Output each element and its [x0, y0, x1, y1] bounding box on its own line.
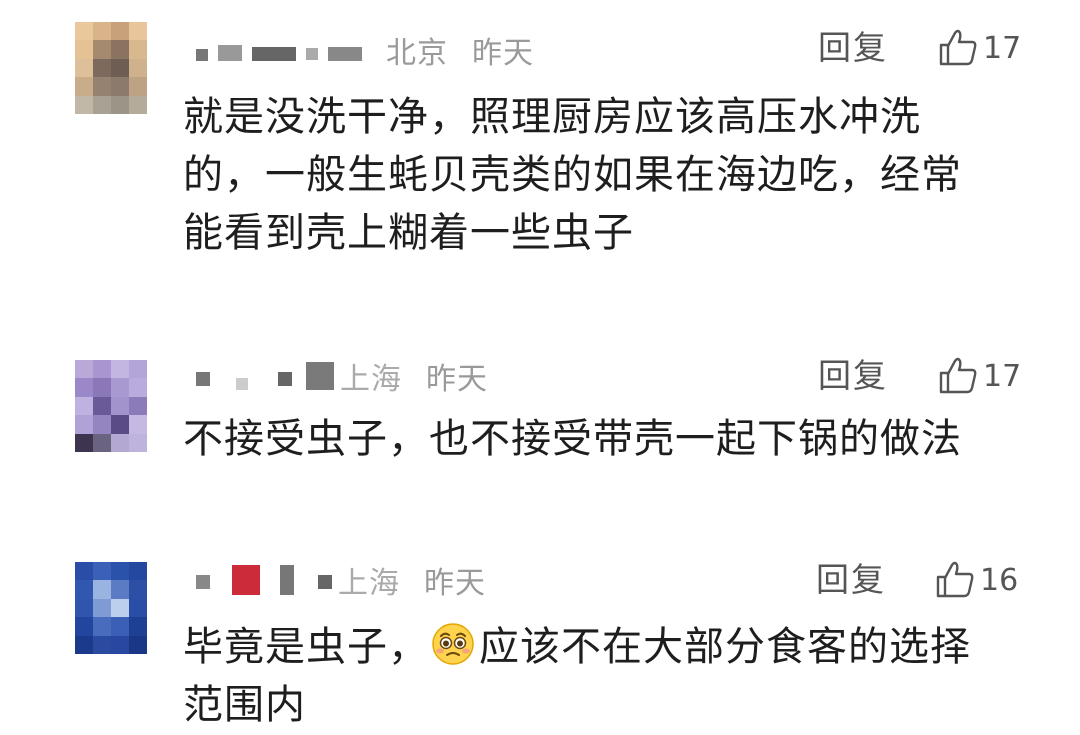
comment-text-line: 能看到壳上糊着一些虫子: [183, 210, 634, 256]
username-pixelated[interactable]: [196, 49, 208, 61]
comment-time: 昨天: [426, 362, 488, 397]
username-pixelated: [280, 565, 294, 595]
comment-text: 就是没洗干净，照理厨房应该高压水冲洗 的，一般生蚝贝壳类的如果在海边吃，经常 能…: [183, 88, 1013, 262]
pleading-face-icon: [432, 623, 474, 665]
avatar[interactable]: [75, 562, 147, 654]
comment-text: 毕竟是虫子， 应该不在大部分食客的选择 范围内: [183, 618, 1013, 734]
comment-text-line: 不接受虫子，也不接受带壳一起下锅的做法: [183, 416, 962, 462]
reply-button[interactable]: 回复: [816, 560, 886, 600]
avatar[interactable]: [75, 22, 147, 114]
comment-meta: 上海 昨天: [196, 560, 486, 601]
username-pixelated: [236, 378, 248, 390]
username-pixelated: [218, 45, 242, 61]
comment-text-segment: 应该不在大部分食客的选择: [479, 624, 971, 670]
like-count: 17: [983, 30, 1022, 66]
username-pixelated: [196, 372, 210, 386]
like-button[interactable]: 17: [937, 356, 1021, 396]
username-pixelated: [252, 47, 296, 61]
thumbs-up-icon: [939, 29, 977, 66]
comment-text-line: 毕竟是虫子， 应该不在大部分食客的选择: [183, 618, 1013, 676]
comment-text-segment: 毕竟是虫子，: [183, 624, 429, 670]
comment-time: 昨天: [424, 566, 486, 601]
username-pixelated: [306, 362, 334, 390]
username-pixelated: [328, 47, 362, 61]
username-pixelated: [318, 575, 332, 589]
comment-text-line: 的，一般生蚝贝壳类的如果在海边吃，经常: [183, 152, 962, 198]
username-pixelated: [306, 48, 318, 60]
thumbs-up-icon: [939, 357, 977, 394]
comment-text-line: 就是没洗干净，照理厨房应该高压水冲洗: [183, 94, 921, 140]
comment-location: 北京: [386, 36, 448, 71]
like-button[interactable]: 17: [937, 28, 1021, 68]
comment-meta: 北京 昨天: [196, 30, 534, 71]
comment-text-line: 范围内: [183, 682, 306, 728]
avatar[interactable]: [75, 360, 147, 452]
comment-text: 不接受虫子，也不接受带壳一起下锅的做法: [183, 410, 1013, 468]
like-count: 16: [980, 562, 1019, 598]
comment-location: 上海: [338, 566, 400, 601]
username-pixelated: [196, 575, 210, 589]
comment-meta: 上海 昨天: [196, 356, 488, 397]
username-pixelated: [232, 565, 260, 595]
reply-button[interactable]: 回复: [818, 28, 888, 68]
reply-button[interactable]: 回复: [818, 356, 888, 396]
comment-location: 上海: [340, 362, 402, 397]
username-pixelated: [278, 372, 292, 386]
thumbs-up-icon: [936, 561, 974, 598]
like-button[interactable]: 16: [934, 560, 1018, 600]
like-count: 17: [983, 358, 1022, 394]
comment-time: 昨天: [472, 36, 534, 71]
